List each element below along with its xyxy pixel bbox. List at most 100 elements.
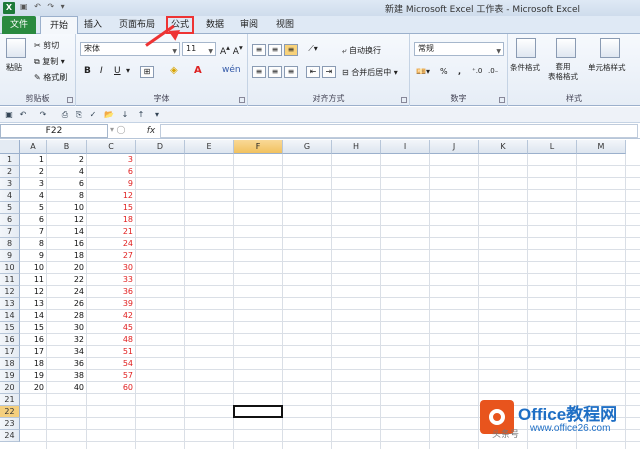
row-header-2[interactable]: 2	[0, 166, 20, 178]
increase-indent-icon[interactable]: ⇥	[322, 66, 336, 78]
column-header-c[interactable]: C	[87, 140, 136, 154]
percent-button[interactable]: %	[440, 67, 448, 76]
cell-b17[interactable]: 34	[47, 346, 87, 358]
cell-b3[interactable]: 6	[47, 178, 87, 190]
row-header-23[interactable]: 23	[0, 418, 20, 430]
column-header-i[interactable]: I	[381, 140, 430, 154]
formula-input[interactable]	[160, 124, 638, 138]
column-header-m[interactable]: M	[577, 140, 626, 154]
cell-styles-button[interactable]: 单元格样式	[588, 62, 626, 73]
cell-c20[interactable]: 60	[87, 382, 136, 394]
cell-a10[interactable]: 10	[20, 262, 47, 274]
row-header-10[interactable]: 10	[0, 262, 20, 274]
align-bottom-icon[interactable]: ≡	[284, 44, 298, 56]
print-icon[interactable]: ⎘	[74, 109, 84, 120]
redo-icon[interactable]: ↷	[38, 109, 48, 120]
cell-c15[interactable]: 45	[87, 322, 136, 334]
copy-button[interactable]: ⧉ 复制 ▾	[34, 56, 65, 67]
cell-c6[interactable]: 18	[87, 214, 136, 226]
increase-decimal-icon[interactable]: ⁺.0	[472, 67, 482, 75]
print-preview-icon[interactable]: ⎙	[60, 109, 70, 120]
cell-a5[interactable]: 5	[20, 202, 47, 214]
cell-a12[interactable]: 12	[20, 286, 47, 298]
cell-c2[interactable]: 6	[87, 166, 136, 178]
row-header-1[interactable]: 1	[0, 154, 20, 166]
merge-center-button[interactable]: ⊟ 合并后居中 ▾	[342, 67, 398, 78]
cell-c1[interactable]: 3	[87, 154, 136, 166]
cell-b4[interactable]: 8	[47, 190, 87, 202]
number-launcher-icon[interactable]	[499, 97, 505, 103]
underline-button[interactable]: U	[114, 66, 121, 76]
underline-dropdown[interactable]: ▾	[126, 66, 130, 75]
cell-a16[interactable]: 16	[20, 334, 47, 346]
row-header-18[interactable]: 18	[0, 358, 20, 370]
cell-a7[interactable]: 7	[20, 226, 47, 238]
number-format-select[interactable]: 常规 ▼	[414, 42, 504, 56]
tab-insert[interactable]: 插入	[78, 16, 108, 34]
name-box-dropdown[interactable]: ▾ ◯	[110, 125, 126, 134]
row-header-20[interactable]: 20	[0, 382, 20, 394]
undo-icon[interactable]: ↶	[18, 109, 28, 120]
paste-button[interactable]: 粘贴	[6, 62, 22, 73]
cell-a1[interactable]: 1	[20, 154, 47, 166]
cell-c19[interactable]: 57	[87, 370, 136, 382]
spelling-icon[interactable]: ✓	[88, 109, 98, 120]
cell-b8[interactable]: 16	[47, 238, 87, 250]
row-header-16[interactable]: 16	[0, 334, 20, 346]
column-header-e[interactable]: E	[185, 140, 234, 154]
font-size-select[interactable]: 11 ▼	[182, 42, 216, 56]
save-icon[interactable]: ▣	[4, 109, 14, 120]
alignment-launcher-icon[interactable]	[401, 97, 407, 103]
cell-b14[interactable]: 28	[47, 310, 87, 322]
bold-button[interactable]: B	[84, 66, 91, 76]
cell-a6[interactable]: 6	[20, 214, 47, 226]
cell-b5[interactable]: 10	[47, 202, 87, 214]
align-top-icon[interactable]: ≡	[252, 44, 266, 56]
row-header-13[interactable]: 13	[0, 298, 20, 310]
cell-b2[interactable]: 4	[47, 166, 87, 178]
row-header-4[interactable]: 4	[0, 190, 20, 202]
borders-icon[interactable]: ⊞	[140, 66, 154, 78]
cell-c9[interactable]: 27	[87, 250, 136, 262]
active-cell-f22[interactable]	[233, 405, 283, 418]
customize-qat-icon[interactable]: ▾	[152, 109, 162, 120]
row-header-15[interactable]: 15	[0, 322, 20, 334]
column-header-h[interactable]: H	[332, 140, 381, 154]
cell-c7[interactable]: 21	[87, 226, 136, 238]
currency-icon[interactable]: 💴▾	[416, 67, 430, 76]
cell-c4[interactable]: 12	[87, 190, 136, 202]
column-header-j[interactable]: J	[430, 140, 479, 154]
conditional-format-button[interactable]: 条件格式	[510, 62, 540, 73]
row-header-9[interactable]: 9	[0, 250, 20, 262]
font-launcher-icon[interactable]	[239, 97, 245, 103]
cell-a15[interactable]: 15	[20, 322, 47, 334]
cell-a18[interactable]: 18	[20, 358, 47, 370]
tab-view[interactable]: 视图	[270, 16, 300, 34]
row-header-12[interactable]: 12	[0, 286, 20, 298]
column-header-d[interactable]: D	[136, 140, 185, 154]
row-header-11[interactable]: 11	[0, 274, 20, 286]
row-header-5[interactable]: 5	[0, 202, 20, 214]
cell-b9[interactable]: 18	[47, 250, 87, 262]
clipboard-launcher-icon[interactable]	[67, 97, 73, 103]
phonetic-icon[interactable]: wén	[222, 65, 241, 75]
tab-review[interactable]: 审阅	[234, 16, 264, 34]
format-painter-button[interactable]: ✎ 格式刷	[34, 72, 67, 83]
font-color-icon[interactable]: A	[194, 65, 202, 76]
decrease-indent-icon[interactable]: ⇤	[306, 66, 320, 78]
cell-b1[interactable]: 2	[47, 154, 87, 166]
tab-file[interactable]: 文件	[2, 16, 36, 34]
cell-b19[interactable]: 38	[47, 370, 87, 382]
grow-font-button[interactable]: A▴ A▾	[220, 43, 243, 57]
name-box[interactable]: F22	[0, 124, 108, 138]
cell-c11[interactable]: 33	[87, 274, 136, 286]
cell-a2[interactable]: 2	[20, 166, 47, 178]
cell-b12[interactable]: 24	[47, 286, 87, 298]
cell-c14[interactable]: 42	[87, 310, 136, 322]
align-center-icon[interactable]: ≡	[268, 66, 282, 78]
cell-c5[interactable]: 15	[87, 202, 136, 214]
sort-asc-icon[interactable]: ↓	[120, 109, 130, 120]
cell-a19[interactable]: 19	[20, 370, 47, 382]
row-header-21[interactable]: 21	[0, 394, 20, 406]
column-header-g[interactable]: G	[283, 140, 332, 154]
